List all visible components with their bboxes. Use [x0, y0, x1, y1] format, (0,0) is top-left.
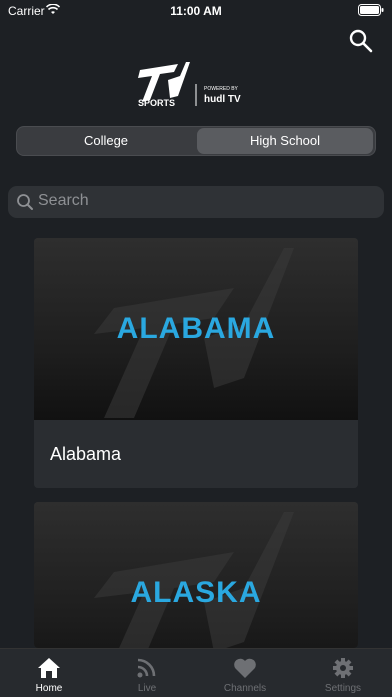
search-icon: [349, 29, 373, 53]
tab-bar: Home Live Channels Settings: [0, 648, 392, 697]
tab-settings[interactable]: Settings: [294, 649, 392, 697]
search-button[interactable]: [348, 28, 374, 54]
status-bar: Carrier 11:00 AM: [0, 0, 392, 22]
segment-college[interactable]: College: [17, 127, 195, 155]
card-hero-image: ALASKA: [34, 502, 358, 648]
search-placeholder: Search: [38, 192, 89, 209]
search-icon: [17, 194, 33, 210]
battery-icon: [358, 4, 384, 19]
tab-home[interactable]: Home: [0, 649, 98, 697]
gear-icon: [333, 658, 353, 678]
tab-label: Channels: [223, 683, 267, 694]
card-state-name: ALABAMA: [116, 312, 276, 345]
live-icon: [137, 658, 156, 678]
tab-label: Live: [137, 683, 157, 694]
logo-sports-text: SPORTS: [138, 98, 175, 108]
card-caption: Alabama: [34, 420, 358, 488]
tab-live[interactable]: Live: [98, 649, 196, 697]
segmented-control: College High School: [16, 126, 376, 156]
tab-channels[interactable]: Channels: [196, 649, 294, 697]
segment-high-school[interactable]: High School: [197, 128, 373, 154]
tab-label: Home: [35, 683, 63, 694]
search-field[interactable]: Search: [8, 186, 384, 218]
card-state-name: ALASKA: [130, 576, 262, 609]
home-icon: [38, 658, 60, 678]
logo-powered-text: POWERED BY: [204, 86, 239, 92]
tab-label: Settings: [324, 683, 362, 694]
logo-partner-text: hudl TV: [204, 94, 241, 105]
t1-sports-logo: SPORTS POWERED BY hudl TV: [0, 62, 392, 110]
card-hero-image: ALABAMA: [34, 238, 358, 420]
heart-icon: [234, 658, 256, 678]
card-label: Alabama: [50, 444, 122, 464]
state-card-alabama[interactable]: ALABAMA Alabama: [34, 238, 358, 488]
state-card-alaska[interactable]: ALASKA: [34, 502, 358, 648]
status-time: 11:00 AM: [170, 4, 222, 18]
